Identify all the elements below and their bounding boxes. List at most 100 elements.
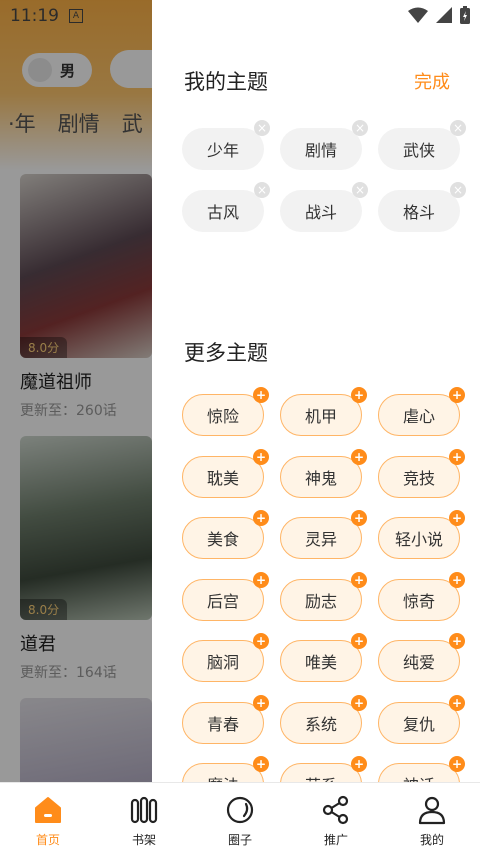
add-topic-icon[interactable]: + (253, 387, 269, 403)
more-topics-title: 更多主题 (184, 341, 268, 365)
add-topic-icon[interactable]: + (449, 510, 465, 526)
more-topic-chip[interactable]: 神话 + (378, 756, 465, 782)
remove-topic-icon[interactable]: × (352, 120, 368, 136)
topic-label: 唯美 (304, 653, 337, 672)
battery-icon (460, 6, 470, 24)
my-topics-grid: 少年 × 剧情 × 武侠 × 古风 × 战斗 × 格斗 × (182, 120, 466, 232)
add-topic-icon[interactable]: + (449, 694, 465, 711)
add-topic-icon[interactable]: + (351, 633, 367, 649)
more-topic-chip[interactable]: 机甲 + (280, 387, 367, 436)
done-button[interactable]: 完成 (414, 68, 450, 94)
add-topic-icon[interactable]: + (449, 448, 465, 465)
topic-label: 脑洞 (206, 653, 239, 672)
topic-label: 机甲 (304, 407, 337, 426)
my-topic-chip[interactable]: 少年 × (182, 120, 270, 170)
add-topic-icon[interactable]: + (449, 571, 465, 588)
status-time: 11:19 (10, 6, 59, 26)
share-icon (321, 795, 351, 825)
more-topic-chip[interactable]: 萌系 + (280, 756, 367, 782)
more-topic-chip[interactable]: 脑洞 + (182, 633, 269, 682)
more-topic-chip[interactable]: 灵异 + (280, 510, 367, 559)
topic-label: 神鬼 (304, 468, 337, 488)
topic-label: 神话 (403, 772, 435, 782)
topic-label: 纯爱 (402, 653, 435, 672)
more-topic-chip[interactable]: 系统 + (280, 694, 367, 744)
topic-label: 古风 (206, 203, 239, 222)
more-topic-chip[interactable]: 唯美 + (280, 633, 367, 682)
add-topic-icon[interactable]: + (351, 694, 367, 711)
signal-icon (436, 7, 452, 23)
add-topic-icon[interactable]: + (449, 633, 465, 649)
topic-label: 后宫 (206, 591, 239, 611)
add-topic-icon[interactable]: + (253, 756, 269, 772)
topic-label: 少年 (206, 141, 239, 160)
more-topic-chip[interactable]: 竞技 + (378, 448, 465, 498)
topic-label: 格斗 (402, 203, 435, 222)
more-topic-chip[interactable]: 轻小说 + (378, 510, 465, 559)
circle-icon (225, 795, 255, 825)
more-topic-chip[interactable]: 魔法 + (182, 756, 269, 782)
remove-topic-icon[interactable]: × (254, 182, 270, 198)
topic-label: 萌系 (305, 772, 337, 782)
bookshelf-icon (129, 795, 159, 825)
my-topic-chip[interactable]: 剧情 × (280, 120, 368, 170)
more-topic-chip[interactable]: 励志 + (280, 571, 367, 621)
more-topic-chip[interactable]: 惊奇 + (378, 571, 465, 621)
topic-label: 耽美 (206, 468, 239, 488)
my-topic-chip[interactable]: 古风 × (182, 182, 270, 232)
notification-a-icon: A (69, 9, 83, 23)
my-topic-chip[interactable]: 战斗 × (280, 182, 368, 232)
add-topic-icon[interactable]: + (253, 448, 269, 465)
nav-item-promote[interactable]: 推广 (288, 783, 384, 854)
my-topic-chip[interactable]: 格斗 × (378, 182, 466, 232)
more-topic-chip[interactable]: 复仇 + (378, 694, 465, 744)
add-topic-icon[interactable]: + (351, 756, 367, 772)
add-topic-icon[interactable]: + (253, 633, 269, 649)
nav-item-bookshelf[interactable]: 书架 (96, 783, 192, 854)
add-topic-icon[interactable]: + (351, 387, 367, 403)
topic-label: 灵异 (304, 530, 337, 549)
more-topic-chip[interactable]: 纯爱 + (378, 633, 465, 682)
status-bar: 11:19 A (0, 0, 480, 32)
add-topic-icon[interactable]: + (253, 510, 269, 526)
add-topic-icon[interactable]: + (449, 387, 465, 403)
more-topics-grid: 惊险 + 机甲 + 虐心 + 耽美 + 神鬼 + 竞技 + 美食 + 灵异 + 轻小说 + 后宫 + 励志 + 惊奇 + 脑洞 +… (182, 387, 465, 782)
topic-label: 竞技 (402, 468, 435, 488)
add-topic-icon[interactable]: + (351, 571, 367, 588)
nav-item-home[interactable]: 首页 (0, 783, 96, 854)
nav-label: 推广 (323, 833, 348, 847)
add-topic-icon[interactable]: + (449, 756, 465, 772)
topic-label: 系统 (304, 714, 337, 734)
topic-label: 武侠 (402, 141, 435, 160)
more-topic-chip[interactable]: 虐心 + (378, 387, 465, 436)
topic-label: 轻小说 (394, 530, 443, 549)
more-topic-chip[interactable]: 惊险 + (182, 387, 269, 436)
topic-label: 励志 (304, 591, 337, 611)
more-topic-chip[interactable]: 青春 + (182, 694, 269, 744)
profile-icon (417, 795, 447, 825)
remove-topic-icon[interactable]: × (254, 120, 270, 136)
topic-label: 战斗 (304, 203, 337, 222)
nav-item-circle[interactable]: 圈子 (192, 783, 288, 854)
bottom-nav: 首页 书架 圈子 推广 我的 (0, 782, 480, 854)
add-topic-icon[interactable]: + (351, 448, 367, 465)
topic-drawer: 我的主题 完成 少年 × 剧情 × 武侠 × 古风 × 战斗 × 格斗 × 更多主题 惊险 + 机甲 + 虐心… (152, 0, 480, 782)
add-topic-icon[interactable]: + (253, 571, 269, 588)
add-topic-icon[interactable]: + (351, 510, 367, 526)
my-topic-chip[interactable]: 武侠 × (378, 120, 466, 170)
topic-label: 复仇 (402, 714, 435, 734)
nav-label: 首页 (35, 833, 60, 847)
my-topics-title: 我的主题 (184, 70, 268, 94)
remove-topic-icon[interactable]: × (352, 182, 368, 198)
nav-item-profile[interactable]: 我的 (384, 783, 480, 854)
more-topic-chip[interactable]: 后宫 + (182, 571, 269, 621)
more-topic-chip[interactable]: 美食 + (182, 510, 269, 559)
remove-topic-icon[interactable]: × (450, 182, 466, 198)
home-icon (33, 795, 63, 825)
more-topic-chip[interactable]: 神鬼 + (280, 448, 367, 498)
remove-topic-icon[interactable]: × (450, 120, 466, 136)
add-topic-icon[interactable]: + (253, 694, 269, 711)
nav-label: 书架 (131, 833, 156, 847)
topic-label: 魔法 (207, 772, 239, 782)
more-topic-chip[interactable]: 耽美 + (182, 448, 269, 498)
